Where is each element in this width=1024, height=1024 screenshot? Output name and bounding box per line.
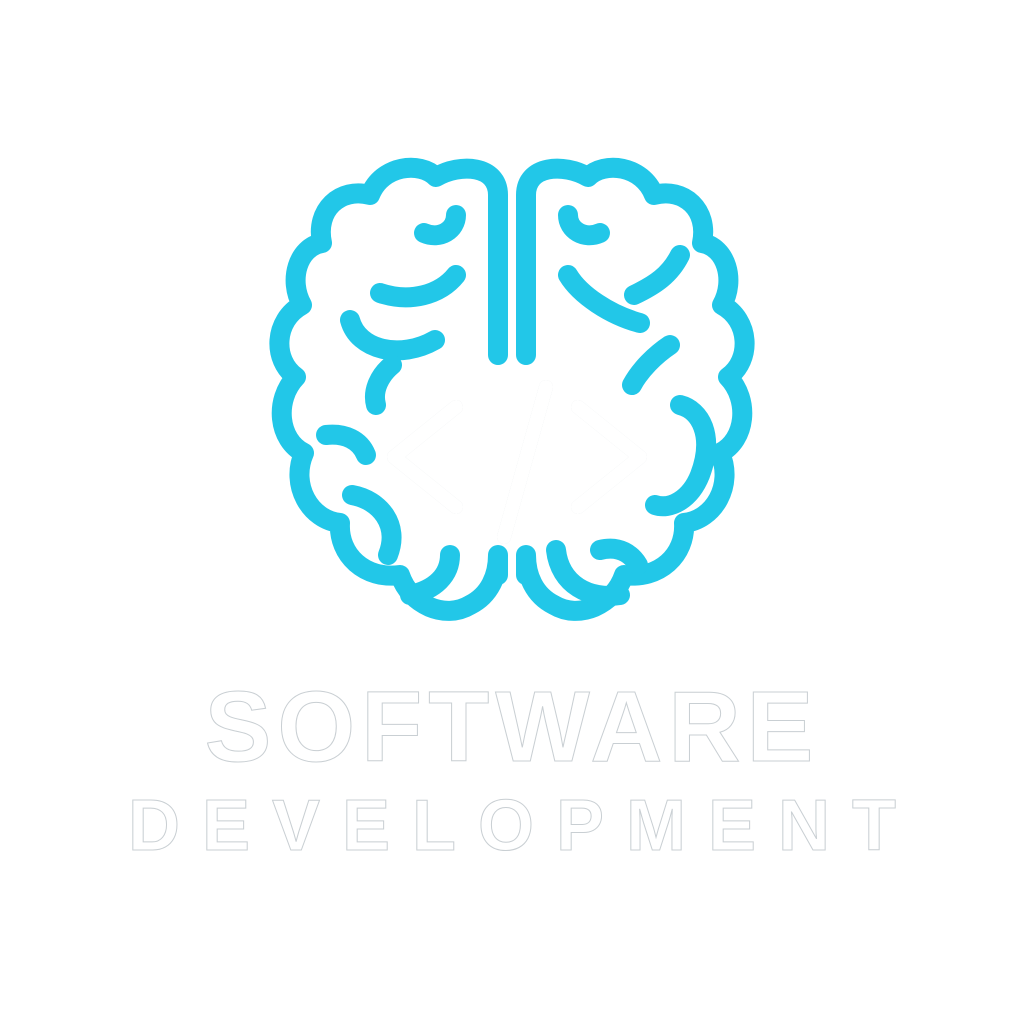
- logo-mark: [260, 155, 764, 645]
- brain-outline: [269, 157, 755, 621]
- brain-icon: [269, 157, 755, 621]
- logo-canvas: SOFTWARE DEVELOPMENT: [0, 0, 1024, 1024]
- code-brackets-icon: [387, 380, 647, 544]
- wordmark-line-1: SOFTWARE: [204, 671, 820, 783]
- wordmark-line-2: DEVELOPMENT: [127, 786, 919, 867]
